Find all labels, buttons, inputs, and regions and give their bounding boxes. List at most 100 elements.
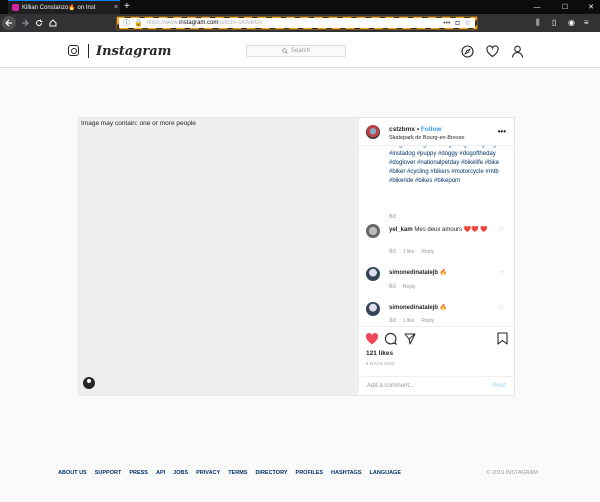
comment-age: 6d — [389, 284, 396, 290]
footer-link-terms[interactable]: TERMS — [228, 470, 247, 476]
avatar[interactable] — [366, 267, 380, 281]
post-time-ago[interactable]: 6 DAYS AGO — [366, 361, 395, 366]
explore-button[interactable] — [460, 44, 474, 58]
save-button[interactable] — [495, 331, 510, 346]
footer-link-profiles[interactable]: PROFILES — [296, 470, 324, 476]
close-window-button[interactable]: ✕ — [582, 0, 600, 14]
comment-author[interactable]: yel_kam — [389, 227, 413, 233]
page-footer: ABOUT US SUPPORT PRESS API JOBS PRIVACY … — [58, 470, 538, 476]
footer-link-support[interactable]: SUPPORT — [95, 470, 122, 476]
forward-arrow-icon — [22, 19, 29, 27]
url-host: instagram.com — [179, 20, 219, 26]
url-prefix: https://www. — [146, 20, 180, 26]
avatar[interactable] — [366, 224, 380, 238]
footer-link-privacy[interactable]: PRIVACY — [196, 470, 220, 476]
back-button[interactable] — [2, 16, 16, 30]
comment-text: simonedinatalejb 🔥 — [389, 304, 447, 311]
footer-link-language[interactable]: LANGUAGE — [370, 470, 401, 476]
instagram-camera-icon[interactable] — [68, 45, 79, 56]
instagram-favicon-icon — [12, 4, 19, 11]
comment-meta: 6d Reply — [389, 284, 415, 290]
url-bar-inner[interactable]: ⓘ 🔒 https://www.instagram.com/p/B3A-sKAl… — [119, 18, 475, 28]
comment-input[interactable]: Add a comment... — [367, 383, 493, 389]
url-bar[interactable]: ⓘ 🔒 https://www.instagram.com/p/B3A-sKAl… — [116, 16, 478, 30]
reload-button[interactable] — [32, 16, 46, 30]
comment-like-heart-icon[interactable]: ♡ — [499, 226, 504, 233]
activity-button[interactable] — [485, 44, 499, 58]
more-options-icon[interactable]: ••• — [498, 127, 506, 136]
comment-icon — [384, 332, 397, 345]
comment-likes[interactable]: 1 like — [403, 249, 415, 255]
profile-button[interactable] — [510, 44, 524, 58]
reply-button[interactable]: Reply — [421, 249, 434, 255]
likes-count[interactable]: 121 likes — [366, 350, 393, 357]
comment-body: Mes deux amours ❤️❤️ ❤️ — [414, 227, 488, 233]
sidebar-icon[interactable]: ▯ — [552, 18, 556, 27]
library-icon[interactable]: ⫼ — [536, 18, 540, 28]
footer-link-hashtags[interactable]: HASHTAGS — [331, 470, 361, 476]
comments-list[interactable]: #dogsofinstagram #dog #dogs #dogstagram … — [359, 146, 514, 326]
avatar[interactable] — [366, 302, 380, 316]
new-tab-button[interactable]: + — [124, 1, 130, 13]
maximize-button[interactable]: ☐ — [556, 0, 574, 14]
avatar[interactable] — [366, 125, 380, 139]
comment-like-heart-icon[interactable]: ♡ — [499, 270, 504, 277]
comment-text: yel_kam Mes deux amours ❤️❤️ ❤️ — [389, 226, 488, 233]
reply-button[interactable]: Reply — [403, 284, 416, 290]
copyright: © 2019 INSTAGRAM — [486, 470, 538, 476]
follow-button[interactable]: Follow — [421, 126, 442, 133]
comment-text: simonedinatalejb 🔥 — [389, 269, 447, 276]
post-card: Image may contain: one or more people cs… — [78, 117, 515, 396]
comment-meta: 6d 1 like Reply — [389, 249, 434, 255]
compass-icon — [460, 44, 474, 58]
search-input[interactable]: Search — [246, 45, 346, 57]
comment-likes[interactable]: 1 like — [403, 318, 415, 324]
page-actions-icon[interactable]: ••• — [443, 20, 450, 27]
tab-close-button[interactable]: × — [112, 4, 120, 11]
author-username[interactable]: cstzbmx — [389, 126, 415, 133]
post-location[interactable]: Skatepark de Bourg-en-Bresse — [389, 135, 465, 141]
footer-link-jobs[interactable]: JOBS — [173, 470, 188, 476]
post-author: cstzbmx • Follow — [389, 126, 442, 133]
image-alt-text: Image may contain: one or more people — [81, 120, 196, 127]
footer-link-press[interactable]: PRESS — [129, 470, 148, 476]
footer-link-directory[interactable]: DIRECTORY — [255, 470, 287, 476]
footer-links: ABOUT US SUPPORT PRESS API JOBS PRIVACY … — [58, 470, 486, 476]
comment-button[interactable] — [383, 331, 398, 346]
ig-header: Instagram Search — [0, 32, 600, 68]
heart-icon — [485, 44, 499, 57]
footer-link-about[interactable]: ABOUT US — [58, 470, 87, 476]
post-image[interactable]: Image may contain: one or more people — [79, 118, 359, 395]
instagram-wordmark[interactable]: Instagram — [96, 44, 171, 59]
footer-link-api[interactable]: API — [156, 470, 165, 476]
tagged-users-icon[interactable] — [83, 377, 95, 389]
post-actions: 121 likes 6 DAYS AGO — [359, 326, 514, 376]
menu-icon[interactable]: ≡ — [584, 18, 589, 27]
add-comment-bar: Add a comment... Post — [359, 376, 514, 395]
comment-meta: 3d 1 like Reply — [389, 318, 434, 324]
caption-hashtags[interactable]: #dogsofinstagram #dog #dogs #dogstagram … — [389, 146, 507, 186]
comment-author[interactable]: simonedinatalejb — [389, 270, 438, 276]
reply-button[interactable]: Reply — [421, 318, 434, 324]
lock-icon[interactable]: 🔒 — [134, 19, 143, 27]
comment-like-heart-icon[interactable]: ♡ — [499, 305, 504, 312]
post-comment-button[interactable]: Post — [493, 383, 506, 389]
comment-author[interactable]: simonedinatalejb — [389, 305, 438, 311]
profile-icon — [511, 45, 523, 58]
share-button[interactable] — [402, 331, 417, 346]
forward-button[interactable] — [18, 16, 32, 30]
home-button[interactable] — [46, 16, 60, 30]
pocket-icon[interactable]: ◘ — [455, 20, 459, 27]
info-icon[interactable]: ⓘ — [123, 18, 130, 28]
heart-filled-icon — [365, 332, 378, 344]
bookmark-icon — [497, 332, 508, 345]
search-placeholder: Search — [290, 48, 310, 54]
browser-tab[interactable]: Killian Constanzo🔥 on Inst × — [8, 0, 120, 14]
like-button[interactable] — [364, 331, 379, 346]
search-icon — [282, 48, 288, 54]
caption-age: 6d — [389, 214, 396, 220]
minimize-button[interactable]: — — [528, 0, 546, 14]
bookmark-star-icon[interactable]: ☆ — [465, 19, 471, 27]
account-icon[interactable]: ◉ — [568, 18, 575, 27]
url-text[interactable]: https://www.instagram.com/p/B3A-sKAlBGi/ — [147, 20, 438, 26]
